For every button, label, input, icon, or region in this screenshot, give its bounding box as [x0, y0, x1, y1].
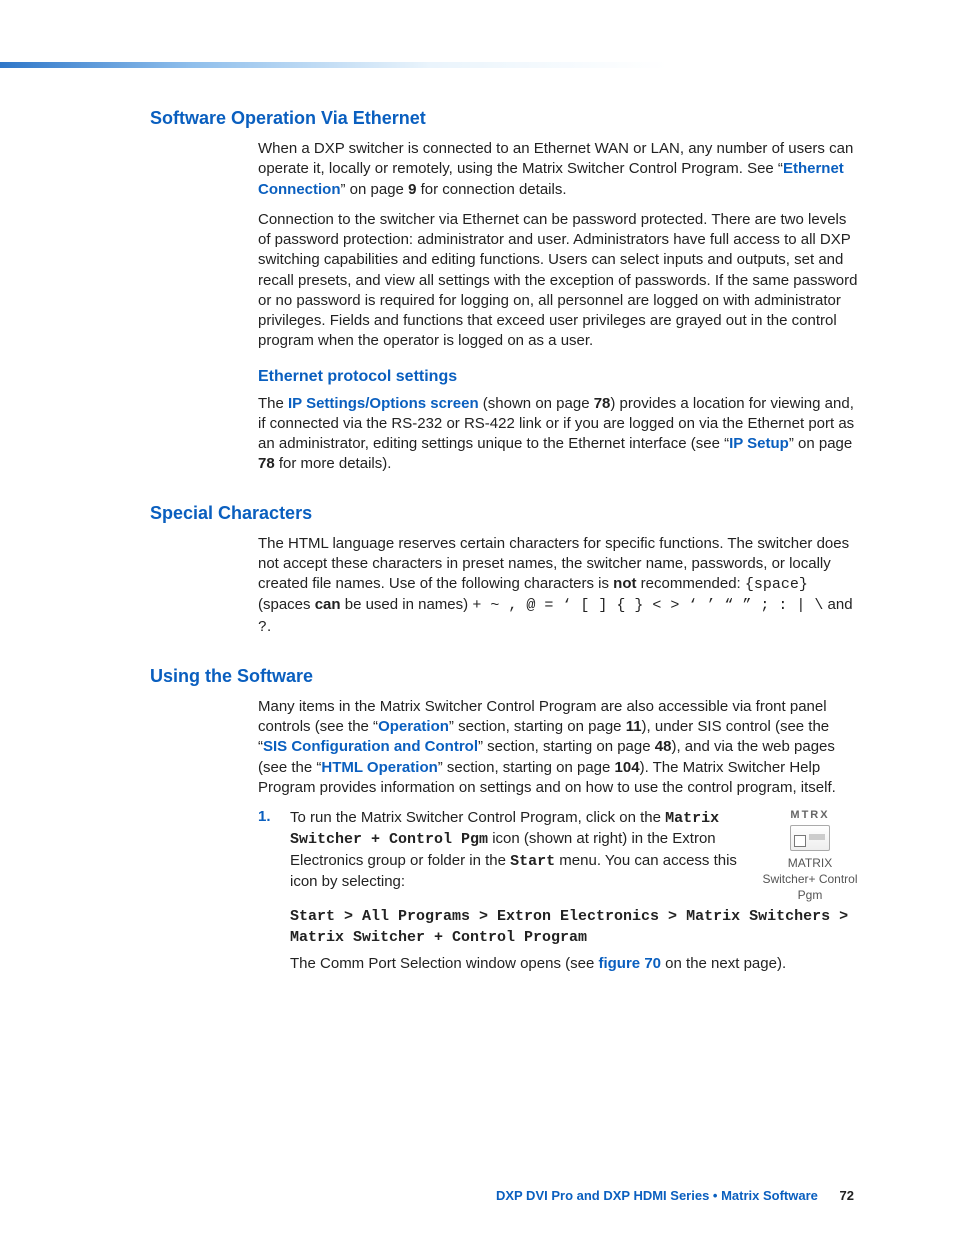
swoe-paragraph-2: Connection to the switcher via Ethernet …: [258, 210, 860, 352]
icon-mtrx-label: MTRX: [760, 808, 860, 823]
text: ” section, starting on page: [478, 738, 655, 755]
link-sis-config[interactable]: SIS Configuration and Control: [263, 738, 478, 755]
text: for connection details.: [416, 181, 566, 198]
spec-paragraph: The HTML language reserves certain chara…: [258, 534, 860, 638]
text: (shown on page: [479, 395, 594, 412]
heading-special-characters: Special Characters: [150, 503, 860, 524]
link-ip-setup[interactable]: IP Setup: [729, 435, 789, 452]
emphasis-can: can: [315, 596, 341, 613]
text: for more details).: [275, 455, 392, 472]
emphasis-not: not: [613, 575, 636, 592]
program-icon-block: MTRX MATRIX Switcher+ Control Pgm: [760, 808, 860, 903]
footer-page-number: 72: [840, 1188, 854, 1203]
chars-list: + ~ , @ = ‘ [ ] { } < > ‘ ’ “ ” ; : | \: [472, 597, 823, 614]
page-ref: 78: [258, 455, 275, 472]
step-1-followup: The Comm Port Selection window opens (se…: [290, 954, 860, 974]
text: The Comm Port Selection window opens (se…: [290, 955, 598, 972]
start-menu: Start: [510, 853, 555, 870]
page-ref: 48: [655, 738, 672, 755]
text: ” on page: [789, 435, 852, 452]
footer-title: DXP DVI Pro and DXP HDMI Series • Matrix…: [496, 1188, 818, 1203]
icon-caption: MATRIX Switcher+ Control Pgm: [760, 855, 860, 904]
step-1: 1. MTRX MATRIX Switcher+ Control Pgm To …: [258, 808, 860, 984]
text: recommended:: [637, 575, 745, 592]
text: ” on page: [341, 181, 409, 198]
text: .: [267, 618, 271, 635]
page-ref: 104: [615, 759, 640, 776]
page-footer: DXP DVI Pro and DXP HDMI Series • Matrix…: [496, 1188, 854, 1203]
page-ref: 78: [594, 395, 611, 412]
link-ip-settings-screen[interactable]: IP Settings/Options screen: [288, 395, 479, 412]
page-content: Software Operation Via Ethernet When a D…: [150, 108, 860, 990]
heading-software-operation: Software Operation Via Ethernet: [150, 108, 860, 129]
swoe-paragraph-3: The IP Settings/Options screen (shown on…: [258, 394, 860, 475]
text: and: [823, 596, 852, 613]
text: on the next page).: [661, 955, 786, 972]
text: (spaces: [258, 596, 315, 613]
text: ” section, starting on page: [438, 759, 615, 776]
page-top-gradient: [0, 62, 954, 68]
text: When a DXP switcher is connected to an E…: [258, 140, 853, 177]
program-icon: [790, 825, 830, 851]
page-ref: 11: [626, 718, 642, 735]
text: To run the Matrix Switcher Control Progr…: [290, 809, 665, 826]
step-number: 1.: [258, 808, 276, 984]
link-figure-70[interactable]: figure 70: [598, 955, 661, 972]
chars-space: {space}: [745, 576, 808, 593]
heading-using-software: Using the Software: [150, 666, 860, 687]
chars-qmark: ?: [258, 619, 267, 636]
text: be used in names): [341, 596, 473, 613]
heading-ethernet-protocol: Ethernet protocol settings: [258, 368, 860, 386]
using-paragraph-1: Many items in the Matrix Switcher Contro…: [258, 697, 860, 798]
start-path: Start > All Programs > Extron Electronic…: [290, 907, 860, 948]
link-html-operation[interactable]: HTML Operation: [321, 759, 437, 776]
text: The: [258, 395, 288, 412]
link-operation[interactable]: Operation: [378, 718, 449, 735]
text: ” section, starting on page: [449, 718, 626, 735]
swoe-paragraph-1: When a DXP switcher is connected to an E…: [258, 139, 860, 200]
